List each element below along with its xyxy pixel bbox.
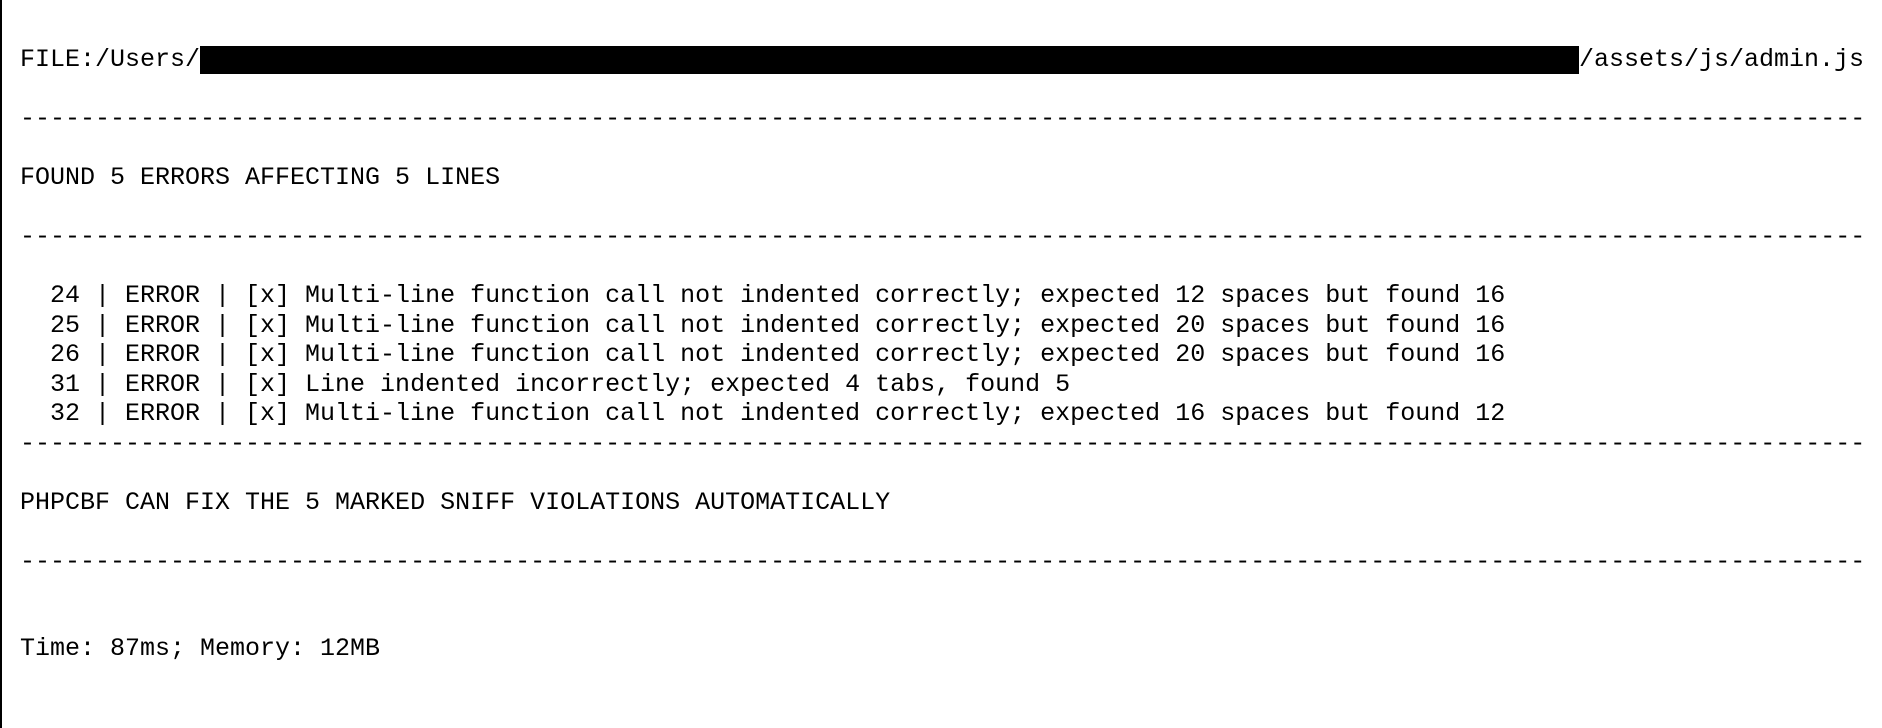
summary-line: FOUND 5 ERRORS AFFECTING 5 LINES: [20, 163, 1864, 193]
divider: ----------------------------------------…: [20, 222, 1864, 252]
file-path-suffix: /assets/js/admin.js: [1579, 45, 1864, 75]
file-line: FILE: /Users/ /assets/js/admin.js: [20, 45, 1864, 75]
fixer-note: PHPCBF CAN FIX THE 5 MARKED SNIFF VIOLAT…: [20, 488, 1864, 518]
divider: ----------------------------------------…: [20, 547, 1864, 577]
error-list: 24 | ERROR | [x] Multi-line function cal…: [20, 281, 1505, 428]
divider: ----------------------------------------…: [20, 429, 1864, 459]
file-path-prefix: /Users/: [95, 45, 200, 75]
timing-footer: Time: 87ms; Memory: 12MB: [20, 634, 1864, 664]
redacted-path-segment: [200, 46, 1579, 74]
file-label: FILE:: [20, 45, 95, 75]
phpcs-output: FILE: /Users/ /assets/js/admin.js -------…: [20, 45, 1864, 606]
divider: ----------------------------------------…: [20, 104, 1864, 134]
